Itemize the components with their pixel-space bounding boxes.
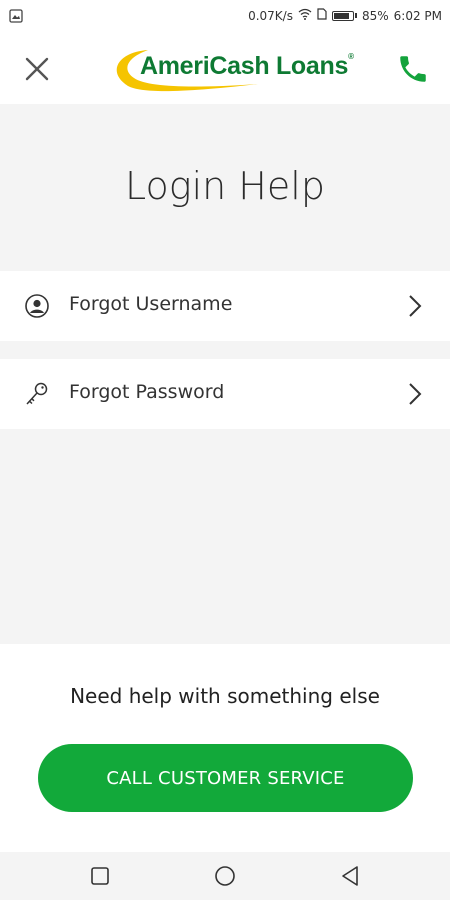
main-content: Login Help Forgot Username Forgot Passwo… (0, 104, 450, 644)
forgot-username-label: Forgot Username (69, 293, 233, 315)
phone-icon (400, 56, 426, 82)
close-icon (25, 57, 49, 81)
back-icon[interactable] (338, 864, 362, 888)
app-header: AmeriCash Loans® (0, 34, 450, 104)
close-button[interactable] (20, 52, 54, 86)
logo-text: AmeriCash Loans (140, 52, 349, 80)
help-text: Need help with something else (70, 684, 380, 708)
forgot-password-label: Forgot Password (69, 381, 225, 403)
wifi-icon (298, 8, 312, 23)
clock: 6:02 PM (393, 8, 442, 23)
page-title: Login Help (125, 164, 325, 208)
phone-button[interactable] (396, 52, 430, 86)
gallery-icon (9, 9, 23, 26)
registered-mark: ® (348, 52, 354, 61)
system-nav-bar (0, 852, 450, 900)
chevron-right-icon (409, 383, 422, 405)
call-customer-service-button[interactable]: CALL CUSTOMER SERVICE (38, 744, 413, 812)
network-speed: 0.07K/s (248, 8, 293, 23)
status-bar: 0.07K/s 85% 6:02 PM (0, 0, 450, 34)
user-circle-icon (25, 294, 49, 318)
battery-icon (331, 10, 357, 21)
sim-icon (317, 8, 327, 23)
forgot-password-row[interactable]: Forgot Password (0, 359, 450, 429)
recent-apps-icon[interactable] (88, 864, 112, 888)
brand-logo: AmeriCash Loans® (108, 44, 354, 94)
home-icon[interactable] (213, 864, 237, 888)
key-icon (26, 382, 48, 405)
chevron-right-icon (409, 295, 422, 317)
forgot-username-row[interactable]: Forgot Username (0, 271, 450, 341)
battery-percent: 85% (361, 8, 389, 23)
